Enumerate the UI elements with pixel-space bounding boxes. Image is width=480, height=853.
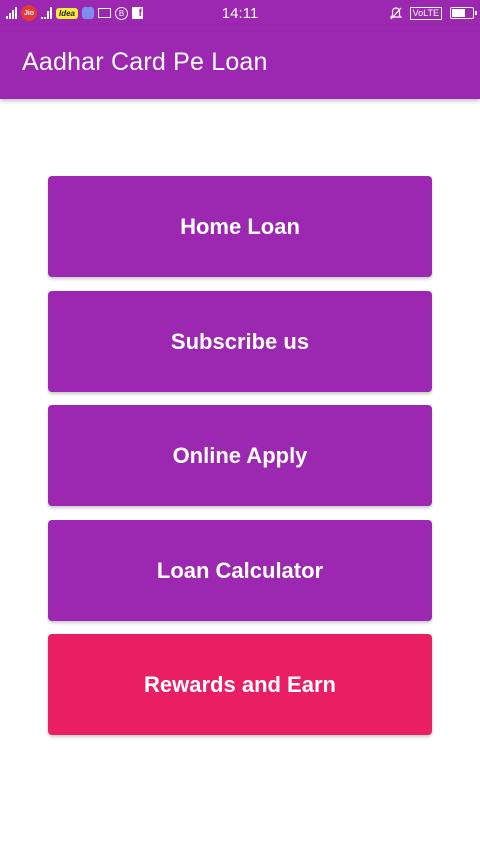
signal-icon [6,7,17,19]
jio-icon: Jio [21,5,37,21]
volte-badge: VoLTE [409,6,442,20]
home-loan-button[interactable]: Home Loan [48,176,432,277]
signal-icon-2 [41,7,52,19]
rewards-label: Rewards and Earn [144,671,336,697]
loan-calculator-label: Loan Calculator [156,557,324,583]
bell-off-icon [389,6,402,19]
app-bar: Aadhar Card Pe Loan [0,26,480,99]
facebook-icon: f [132,7,144,19]
status-left: Jio Idea B f [6,5,206,21]
online-apply-label: Online Apply [172,442,308,468]
rewards-button[interactable]: Rewards and Earn [48,634,432,735]
battery-icon [450,7,477,19]
idea-icon: Idea [56,7,79,19]
home-loan-label: Home Loan [180,213,300,239]
online-apply-button[interactable]: Online Apply [48,405,432,506]
b-icon: B [115,6,129,20]
subscribe-button[interactable]: Subscribe us [48,291,432,392]
loan-calculator-button[interactable]: Loan Calculator [48,520,432,621]
idea-label: Idea [59,8,76,18]
app-icon [82,7,95,19]
subscribe-label: Subscribe us [170,328,310,354]
page-title: Aadhar Card Pe Loan [22,48,268,76]
status-bar: Jio Idea B f 14:11 VoLTE [0,0,480,26]
jio-label: Jio [23,9,35,17]
mail-icon [98,8,112,18]
status-right: VoLTE [389,6,477,20]
